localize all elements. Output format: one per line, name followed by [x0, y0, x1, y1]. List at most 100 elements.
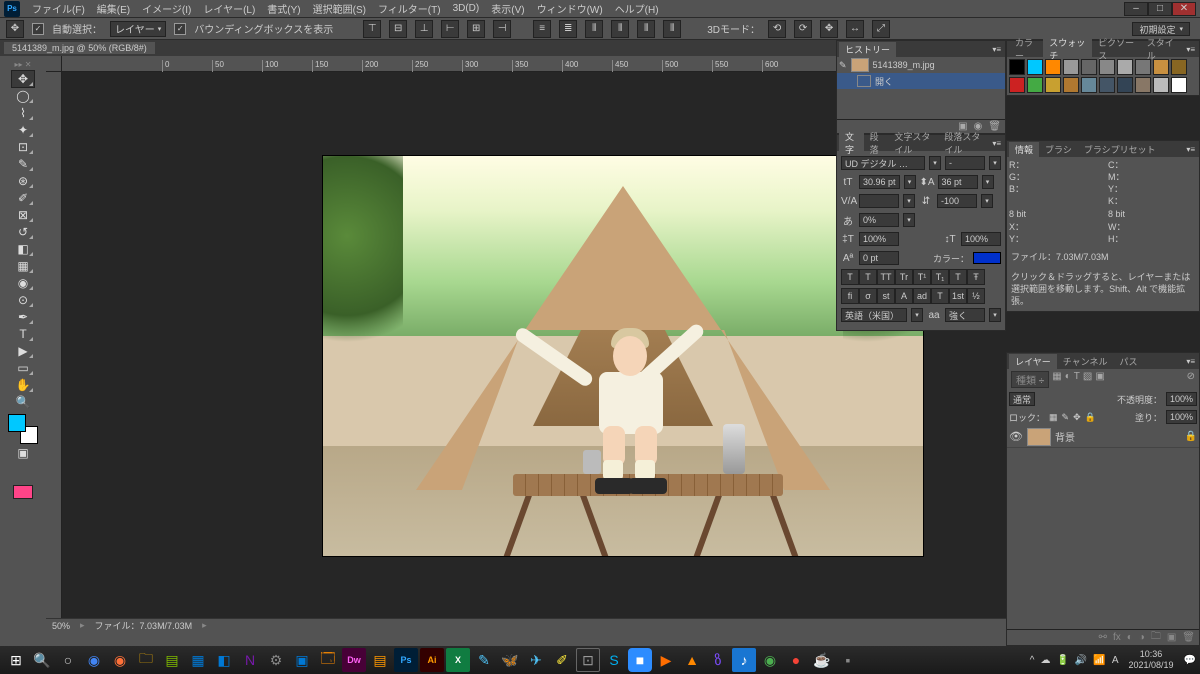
swatch[interactable] [1135, 77, 1151, 93]
media-icon[interactable]: ▶ [654, 648, 678, 672]
para-style-tab[interactable]: 段落スタイル [938, 129, 988, 157]
history-tab[interactable]: ヒストリー [839, 42, 896, 57]
3d-slide-icon[interactable]: ↔ [846, 20, 864, 38]
swatch[interactable] [1045, 59, 1061, 75]
ot-ordn-button[interactable]: 1st [949, 288, 967, 304]
filter-shape-icon[interactable]: ▧ [1083, 371, 1092, 388]
screen-mode-button[interactable]: ▣ [11, 444, 35, 462]
text-color-swatch[interactable] [973, 252, 1001, 264]
tray-ime-icon[interactable]: A [1112, 655, 1119, 666]
tray-battery-icon[interactable]: 🔋 [1056, 655, 1068, 666]
taskbar-clock[interactable]: 10:36 2021/08/19 [1125, 649, 1178, 671]
layer-row-background[interactable]: 👁 背景 🔒 [1007, 426, 1199, 448]
panel-menu-icon[interactable]: ▾≡ [1182, 357, 1199, 366]
photoshop-icon[interactable]: Ps [394, 648, 418, 672]
paragraph-tab[interactable]: 段落 [864, 129, 889, 157]
ot-calt-button[interactable]: σ [859, 288, 877, 304]
task-icon[interactable]: ▣ [290, 648, 314, 672]
canvas-image[interactable] [323, 156, 923, 556]
character-tab[interactable]: 文字 [839, 129, 864, 157]
distribute-1-icon[interactable]: ≡ [533, 20, 551, 38]
tray-cloud-icon[interactable]: ☁ [1040, 655, 1050, 666]
app-icon-9[interactable]: ▪ [836, 648, 860, 672]
swatch[interactable] [1027, 77, 1043, 93]
healing-brush-tool[interactable]: ⊛ [11, 172, 35, 190]
language-dropdown[interactable]: 英語（米国） [841, 308, 907, 322]
align-right-icon[interactable]: ⊣ [493, 20, 511, 38]
settings-icon[interactable]: ⚙ [264, 648, 288, 672]
ruler-origin[interactable] [46, 56, 62, 72]
panel-menu-icon[interactable]: ▾≡ [1182, 45, 1199, 54]
move-tool-icon[interactable]: ✥ [6, 20, 24, 38]
brush-tool[interactable]: ✐ [11, 189, 35, 207]
history-step-row[interactable]: 開く [837, 73, 1005, 89]
pen-tool[interactable]: ✒ [11, 308, 35, 326]
underline-button[interactable]: T [949, 269, 967, 285]
type-tool[interactable]: T [11, 325, 35, 343]
zoom-tool[interactable]: 🔍 [11, 393, 35, 411]
illustrator-icon[interactable]: Ai [420, 648, 444, 672]
swatch[interactable] [1117, 59, 1133, 75]
info-tab[interactable]: 情報 [1009, 142, 1039, 157]
strike-button[interactable]: Ŧ [967, 269, 985, 285]
bounding-box-checkbox[interactable]: ✓ [174, 23, 186, 35]
distribute-6-icon[interactable]: ⦀ [663, 20, 681, 38]
notepad-icon[interactable]: ▤ [160, 648, 184, 672]
align-vmid-icon[interactable]: ⊟ [389, 20, 407, 38]
menu-file[interactable]: ファイル(F) [26, 0, 91, 18]
app-icon-4[interactable]: ✐ [550, 648, 574, 672]
start-button[interactable]: ⊞ [4, 648, 28, 672]
lock-pixels-icon[interactable]: ✎ [1062, 412, 1070, 423]
dodge-tool[interactable]: ⊙ [11, 291, 35, 309]
record-icon[interactable]: ● [784, 648, 808, 672]
vscale-input[interactable]: 100% [859, 232, 899, 246]
ot-swsh-button[interactable]: A [895, 288, 913, 304]
app-icon-8[interactable]: ☕ [810, 648, 834, 672]
leading-input[interactable]: 36 pt [938, 175, 978, 189]
outlook-icon[interactable]: ◧ [212, 648, 236, 672]
clone-stamp-tool[interactable]: ⊠ [11, 206, 35, 224]
vertical-ruler[interactable] [46, 72, 62, 632]
ot-dlig-button[interactable]: st [877, 288, 895, 304]
layer-group-icon[interactable]: 🗀 [1151, 629, 1161, 646]
subscript-button[interactable]: T₁ [931, 269, 949, 285]
swatch[interactable] [1063, 59, 1079, 75]
brush-preset-tab[interactable]: ブラシプリセット [1078, 142, 1162, 157]
3d-roll-icon[interactable]: ⟳ [794, 20, 812, 38]
swatch[interactable] [1135, 59, 1151, 75]
history-source-row[interactable]: ✎ 5141389_m.jpg [837, 57, 1005, 73]
layer-thumbnail[interactable] [1027, 428, 1051, 446]
fill-input[interactable]: 100% [1166, 410, 1197, 424]
menu-window[interactable]: ウィンドウ(W) [531, 0, 609, 18]
layer-visibility-icon[interactable]: 👁 [1009, 430, 1023, 443]
swatch[interactable] [1063, 77, 1079, 93]
eraser-tool[interactable]: ◧ [11, 240, 35, 258]
firefox-icon[interactable]: ◉ [108, 648, 132, 672]
foreground-color-swatch[interactable] [8, 414, 26, 432]
align-bottom-icon[interactable]: ⊥ [415, 20, 433, 38]
menu-image[interactable]: イメージ(I) [136, 0, 197, 18]
cortana-icon[interactable]: ○ [56, 648, 80, 672]
shape-tool[interactable]: ▭ [11, 359, 35, 377]
italic-button[interactable]: T [859, 269, 877, 285]
layer-mask-icon[interactable]: ◐ [1127, 632, 1133, 643]
font-style-dropdown[interactable]: - [945, 156, 985, 170]
delete-state-icon[interactable]: 🗑 [988, 121, 1001, 132]
distribute-4-icon[interactable]: ⦀ [611, 20, 629, 38]
char-style-tab[interactable]: 文字スタイル [888, 129, 938, 157]
brush-tab[interactable]: ブラシ [1039, 142, 1078, 157]
swatch[interactable] [1153, 77, 1169, 93]
align-top-icon[interactable]: ⊤ [363, 20, 381, 38]
ot-titl-button[interactable]: T [931, 288, 949, 304]
swatch[interactable] [1027, 59, 1043, 75]
panel-menu-icon[interactable]: ▾≡ [988, 139, 1005, 148]
photos-icon[interactable]: ▦ [186, 648, 210, 672]
align-left-icon[interactable]: ⊢ [441, 20, 459, 38]
distribute-5-icon[interactable]: ⦀ [637, 20, 655, 38]
history-brush-tool[interactable]: ↺ [11, 223, 35, 241]
eyedropper-tool[interactable]: ✎ [11, 155, 35, 173]
filter-type-icon[interactable]: T [1074, 371, 1080, 388]
adjustment-layer-icon[interactable]: ◑ [1139, 632, 1145, 643]
menu-help[interactable]: ヘルプ(H) [609, 0, 665, 18]
tray-notification-icon[interactable]: 💬 [1184, 655, 1196, 666]
